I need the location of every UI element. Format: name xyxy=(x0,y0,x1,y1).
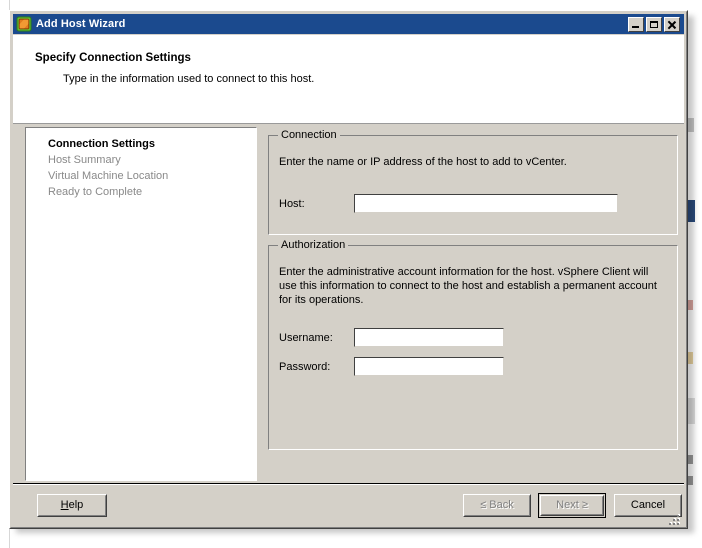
page-subtitle: Type in the information used to connect … xyxy=(63,73,315,85)
password-label: Password: xyxy=(279,361,331,373)
help-button-label-rest: elp xyxy=(68,499,84,511)
username-input-frame xyxy=(354,328,504,347)
sidebar-item-virtual-machine-location[interactable]: Virtual Machine Location xyxy=(48,170,168,182)
username-label: Username: xyxy=(279,332,333,344)
wizard-header: Specify Connection Settings Type in the … xyxy=(13,35,684,124)
wizard-step-list: Connection Settings Host Summary Virtual… xyxy=(25,127,257,481)
password-input[interactable] xyxy=(355,358,503,375)
dialog-inner-frame: Add Host Wizard Specify Connection Setti… xyxy=(10,11,687,528)
window-controls xyxy=(628,16,680,32)
next-button[interactable]: Next ≥ xyxy=(538,493,606,518)
back-button-label: ≤ Back xyxy=(480,499,514,511)
sidebar-item-host-summary[interactable]: Host Summary xyxy=(48,154,121,166)
authorization-description: Enter the administrative account informa… xyxy=(279,266,657,306)
sidebar-item-ready-to-complete[interactable]: Ready to Complete xyxy=(48,186,142,198)
cancel-button-label: Cancel xyxy=(630,499,666,511)
add-host-wizard-dialog: Add Host Wizard Specify Connection Setti… xyxy=(9,10,688,529)
resize-grip[interactable] xyxy=(668,512,681,525)
username-input[interactable] xyxy=(355,329,503,346)
help-mnemonic: H xyxy=(60,499,69,511)
close-button[interactable] xyxy=(664,16,680,32)
host-input[interactable] xyxy=(355,195,617,212)
help-button[interactable]: Help xyxy=(37,494,107,517)
wizard-footer: Help ≤ Back Next ≥ Cancel xyxy=(13,485,684,527)
host-label: Host: xyxy=(279,198,305,210)
title-bar[interactable]: Add Host Wizard xyxy=(13,14,684,34)
wizard-body: Connection Settings Host Summary Virtual… xyxy=(13,125,684,483)
host-input-frame xyxy=(354,194,618,213)
vmware-host-icon xyxy=(16,16,32,32)
password-input-frame xyxy=(354,357,504,376)
window-title: Add Host Wizard xyxy=(36,18,126,30)
sidebar-item-connection-settings[interactable]: Connection Settings xyxy=(48,138,155,150)
minimize-button[interactable] xyxy=(628,16,644,32)
maximize-button[interactable] xyxy=(646,16,662,32)
page-title: Specify Connection Settings xyxy=(35,52,191,64)
authorization-groupbox-legend: Authorization xyxy=(278,239,349,251)
connection-groupbox-legend: Connection xyxy=(278,129,340,141)
wizard-content: Connection Enter the name or IP address … xyxy=(265,127,680,481)
authorization-groupbox: Authorization Enter the administrative a… xyxy=(268,239,678,450)
connection-groupbox: Connection Enter the name or IP address … xyxy=(268,129,678,235)
connection-description: Enter the name or IP address of the host… xyxy=(279,156,567,168)
back-button[interactable]: ≤ Back xyxy=(463,494,531,517)
next-button-label: Next ≥ xyxy=(556,499,588,511)
